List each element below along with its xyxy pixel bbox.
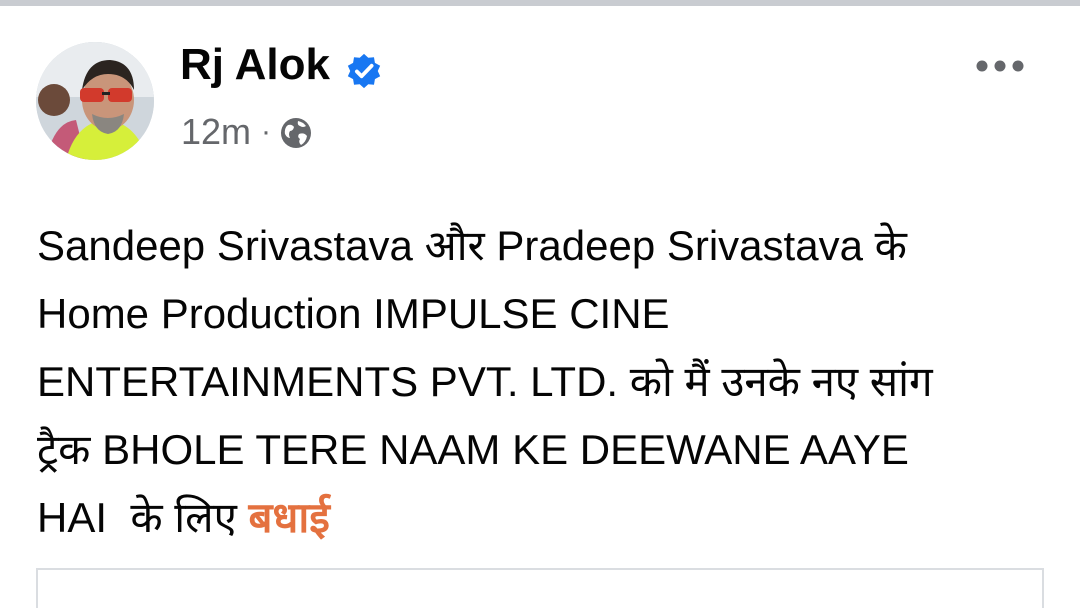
- post-text-line: ट्रैक BHOLE TERE NAAM KE DEEWANE AAYE: [37, 426, 909, 473]
- post-timestamp[interactable]: 12m: [181, 111, 251, 153]
- post-text-line-last: HAI के लिए बधाई: [37, 484, 1047, 552]
- meta-separator: ·: [261, 115, 272, 148]
- post-text-line: Sandeep Srivastava और Pradeep Srivastava…: [37, 222, 907, 269]
- attachment-card[interactable]: [36, 568, 1044, 608]
- avatar-photo: [36, 42, 154, 160]
- verified-badge-icon: [347, 53, 381, 89]
- post-text-line: ENTERTAINMENTS PVT. LTD. को मैं उनके नए …: [37, 358, 933, 405]
- highlight-word[interactable]: बधाई: [249, 494, 330, 541]
- avatar[interactable]: [36, 42, 154, 160]
- author-name[interactable]: Rj Alok: [180, 40, 330, 90]
- post-text-line: Home Production IMPULSE CINE: [37, 290, 670, 337]
- top-divider: [0, 0, 1080, 6]
- post-text-prefix: HAI के लिए: [37, 494, 249, 541]
- post-text: Sandeep Srivastava और Pradeep Srivastava…: [37, 212, 1047, 552]
- more-options-icon[interactable]: [972, 48, 1028, 84]
- globe-icon: [281, 118, 312, 148]
- post-meta: 12m ·: [181, 110, 313, 154]
